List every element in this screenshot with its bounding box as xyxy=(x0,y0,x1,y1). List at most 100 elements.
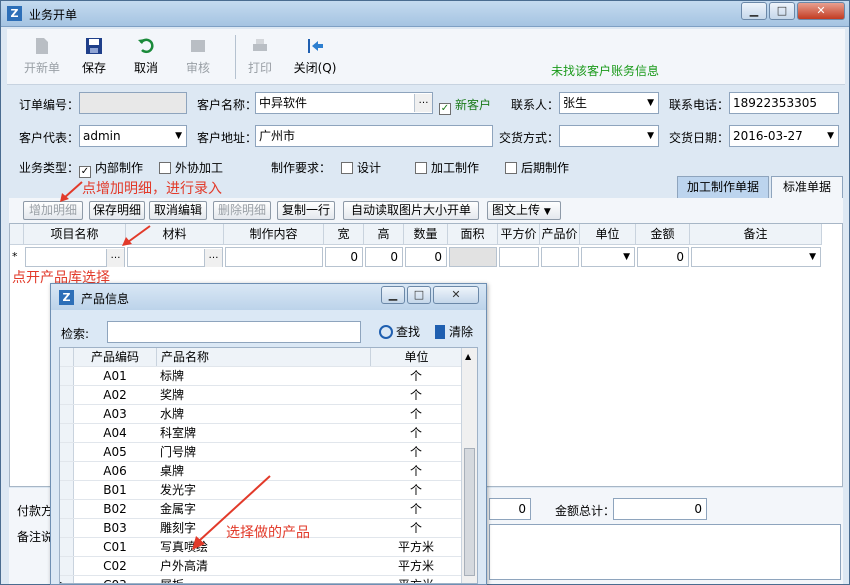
product-row[interactable]: A03 水牌 个 xyxy=(60,405,462,424)
product-unit: 平方米 xyxy=(397,559,434,573)
product-code: B01 xyxy=(103,483,127,497)
title-bar[interactable]: Z 业务开单 ▁ □ ✕ xyxy=(1,1,849,27)
save-button[interactable]: 保存 xyxy=(69,33,119,81)
product-row[interactable]: A01 标牌 个 xyxy=(60,367,462,386)
delivery-select[interactable]: ▼ xyxy=(559,125,659,147)
col-unit[interactable]: 单位 xyxy=(580,224,636,245)
cell-material[interactable]: … xyxy=(127,247,223,267)
close-window-button[interactable]: ✕ xyxy=(797,2,845,20)
copy-row-button[interactable]: 复制一行 xyxy=(277,201,335,220)
product-row[interactable]: C02 户外高清 平方米 xyxy=(60,557,462,576)
scroll-up-icon[interactable]: ▲ xyxy=(465,352,471,361)
col-height[interactable]: 高 xyxy=(364,224,404,245)
cell-remark[interactable]: ▼ xyxy=(691,247,821,267)
checkbox-icon xyxy=(159,162,171,174)
grid-row-header xyxy=(10,224,24,245)
save-detail-button[interactable]: 保存明细 xyxy=(89,201,145,220)
tab-process-order[interactable]: 加工制作单据 xyxy=(677,176,769,198)
biz-outsource-checkbox[interactable]: 外协加工 xyxy=(159,159,223,176)
close-button[interactable]: 关闭(Q) xyxy=(287,33,343,81)
cell-amount[interactable]: 0 xyxy=(637,247,689,267)
cell-sqm-price[interactable] xyxy=(499,247,539,267)
search-input[interactable] xyxy=(107,321,361,343)
product-unit: 个 xyxy=(409,445,422,459)
dialog-title: 产品信息 xyxy=(81,292,130,306)
product-name: 门号牌 xyxy=(160,445,197,459)
product-row[interactable]: ▶C03展板平方米 xyxy=(60,576,462,583)
tab-standard-order[interactable]: 标准单据 xyxy=(771,176,843,198)
product-unit: 个 xyxy=(409,483,422,497)
col-area[interactable]: 面积 xyxy=(448,224,498,245)
delete-detail-button[interactable]: 删除明细 xyxy=(213,201,271,220)
req-post-checkbox[interactable]: 后期制作 xyxy=(505,159,569,176)
find-button[interactable]: 查找 xyxy=(379,323,420,340)
dialog-close-button[interactable]: ✕ xyxy=(433,286,479,304)
date-picker[interactable]: 2016-03-27 ▼ xyxy=(729,125,839,147)
col-remark[interactable]: 备注 xyxy=(690,224,822,245)
address-label: 客户地址： xyxy=(197,131,258,145)
col-width[interactable]: 宽 xyxy=(324,224,364,245)
delivery-label: 交货方式： xyxy=(499,131,560,145)
product-code: C03 xyxy=(74,576,156,583)
customer-name-label: 客户名称： xyxy=(197,98,258,112)
col-product-price[interactable]: 产品价 xyxy=(540,224,580,245)
maximize-button[interactable]: □ xyxy=(769,2,795,20)
col-quantity[interactable]: 数量 xyxy=(404,224,448,245)
print-button[interactable]: 打印 xyxy=(235,33,285,81)
auto-read-image-size-button[interactable]: 自动读取图片大小开单 xyxy=(343,201,479,220)
rep-select[interactable]: admin ▼ xyxy=(79,125,187,147)
dialog-minimize-button[interactable]: ▁ xyxy=(381,286,405,304)
customer-name-field[interactable]: 中异软件 … xyxy=(255,92,433,114)
contact-select[interactable]: 张生 ▼ xyxy=(559,92,659,114)
col-sqm-price[interactable]: 平方价 xyxy=(498,224,540,245)
col-content[interactable]: 制作内容 xyxy=(224,224,324,245)
cell-quantity[interactable]: 0 xyxy=(405,247,447,267)
product-code: B03 xyxy=(103,521,127,535)
product-code: C01 xyxy=(103,540,127,554)
cancel-button[interactable]: 取消 xyxy=(121,33,171,81)
chevron-down-icon: ▼ xyxy=(809,252,816,262)
col-product-code[interactable]: 产品编码 xyxy=(74,348,156,366)
chevron-down-icon: ▼ xyxy=(647,131,654,141)
req-process-checkbox[interactable]: 加工制作 xyxy=(415,159,479,176)
cancel-edit-button[interactable]: 取消编辑 xyxy=(149,201,207,220)
cell-product-price[interactable] xyxy=(541,247,579,267)
clear-button[interactable]: 清除 xyxy=(435,323,473,340)
audit-button[interactable]: 审核 xyxy=(173,33,223,81)
image-upload-button[interactable]: 图文上传 ▼ xyxy=(487,201,561,220)
dialog-maximize-button[interactable]: □ xyxy=(407,286,431,304)
minimize-button[interactable]: ▁ xyxy=(741,2,767,20)
req-design-checkbox[interactable]: 设计 xyxy=(341,159,381,176)
col-product-unit[interactable]: 单位 xyxy=(370,348,462,366)
dialog-title-bar[interactable]: Z 产品信息 ▁ □ ✕ xyxy=(51,284,486,310)
product-library-button[interactable]: … xyxy=(106,249,124,267)
material-lookup-button[interactable]: … xyxy=(204,249,222,267)
cell-height[interactable]: 0 xyxy=(365,247,403,267)
product-row[interactable]: A04 科室牌 个 xyxy=(60,424,462,443)
total-field[interactable]: 0 xyxy=(613,498,707,520)
remark-field[interactable] xyxy=(489,524,841,580)
list-scrollbar[interactable]: ▲ xyxy=(461,348,477,583)
col-product-name[interactable]: 产品名称 xyxy=(156,348,370,366)
col-item-name[interactable]: 项目名称 xyxy=(24,224,126,245)
customer-lookup-button[interactable]: … xyxy=(414,94,432,112)
cell-content[interactable] xyxy=(225,247,323,267)
cell-unit[interactable]: ▼ xyxy=(581,247,635,267)
address-field[interactable]: 广州市 xyxy=(255,125,493,147)
checkbox-icon xyxy=(341,162,353,174)
annotation-arrow-add xyxy=(60,181,83,202)
biz-internal-checkbox[interactable]: ✓ 内部制作 xyxy=(79,159,143,178)
phone-field[interactable]: 18922353305 xyxy=(729,92,839,114)
payment-field[interactable]: 0 xyxy=(489,498,531,520)
new-customer-checkbox[interactable]: ✓ 新客户 xyxy=(439,96,491,115)
cell-width[interactable]: 0 xyxy=(325,247,363,267)
scroll-thumb[interactable] xyxy=(464,448,475,576)
cell-item-name[interactable]: … xyxy=(25,247,125,267)
magnifier-icon xyxy=(379,325,393,339)
row-header xyxy=(60,386,74,404)
product-row[interactable]: A05 门号牌 个 xyxy=(60,443,462,462)
product-row[interactable]: A02 奖牌 个 xyxy=(60,386,462,405)
col-amount[interactable]: 金额 xyxy=(636,224,690,245)
order-no-field[interactable] xyxy=(79,92,187,114)
new-order-button[interactable]: 开新单 xyxy=(17,33,67,81)
